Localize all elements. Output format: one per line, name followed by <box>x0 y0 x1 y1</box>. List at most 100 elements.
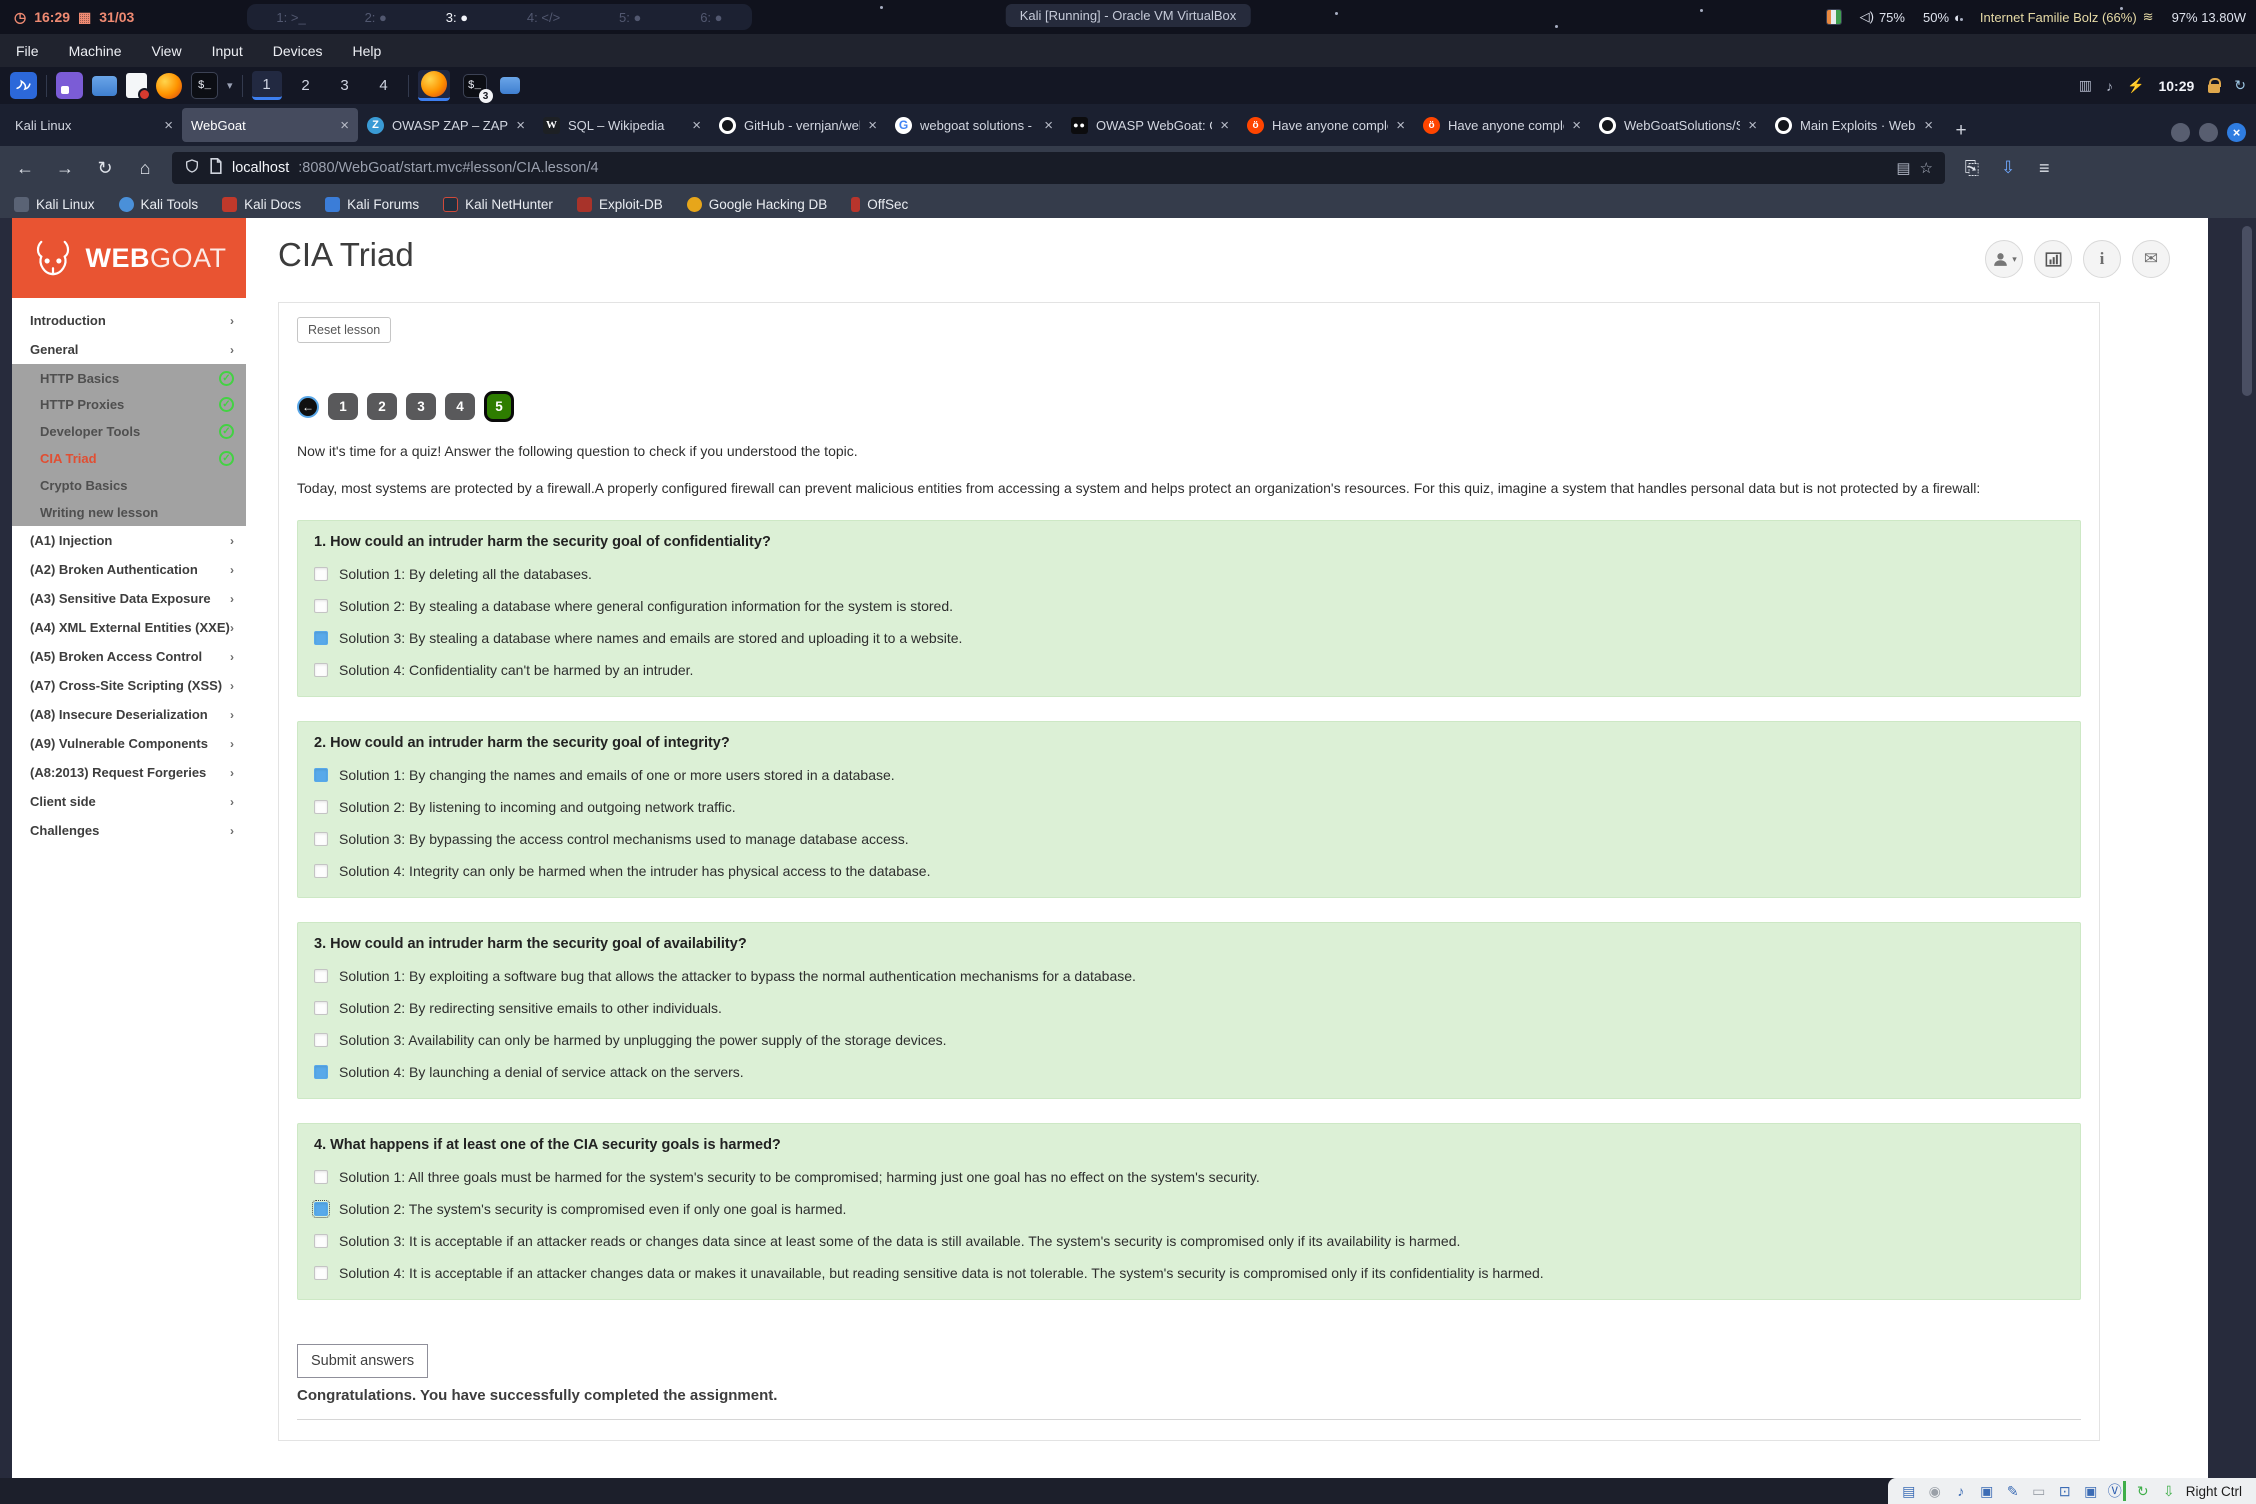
menu-help[interactable]: Help <box>353 43 382 59</box>
terminal-window-button[interactable]: $_ 3 <box>459 70 491 101</box>
tab-webgoatsolutions-repo[interactable]: WebGoatSolutions/S × <box>1590 108 1766 142</box>
tab-main-exploits[interactable]: Main Exploits · WebG × <box>1766 108 1942 142</box>
page-button-1[interactable]: 1 <box>328 393 358 420</box>
lock-screen-icon[interactable] <box>2208 84 2220 93</box>
checkbox-unchecked[interactable] <box>314 663 328 677</box>
quiz-option[interactable]: Solution 3: By bypassing the access cont… <box>314 831 2064 847</box>
scoreboard-button[interactable] <box>2034 240 2072 278</box>
site-info-icon[interactable] <box>209 158 223 178</box>
tab-owasp-webgoat[interactable]: ●● OWASP WebGoat: Ge × <box>1062 108 1238 142</box>
tab-close-icon[interactable]: × <box>340 117 349 134</box>
power-tray-icon[interactable]: ⚡ <box>2127 77 2144 94</box>
home-button[interactable]: ⌂ <box>132 158 158 179</box>
reader-mode-icon[interactable]: ▤ <box>1896 159 1910 177</box>
bookmark-offsec[interactable]: OffSec <box>851 197 908 212</box>
sidebar-item-a9-vulnerable-components[interactable]: (A9) Vulnerable Components › <box>12 729 246 758</box>
checkbox-checked-focused[interactable] <box>314 1202 328 1216</box>
vbox-mouse-integration-icon[interactable]: ↻ <box>2134 1483 2152 1500</box>
sidebar-item-challenges[interactable]: Challenges › <box>12 816 246 845</box>
tab-close-icon[interactable]: × <box>1924 117 1933 134</box>
tab-close-icon[interactable]: × <box>1220 117 1229 134</box>
quiz-option[interactable]: Solution 1: All three goals must be harm… <box>314 1169 2064 1185</box>
menu-machine[interactable]: Machine <box>69 43 122 59</box>
sidebar-item-http-proxies[interactable]: HTTP Proxies ✓ <box>12 391 246 418</box>
user-menu-button[interactable]: ▾ <box>1985 240 2023 278</box>
tab-webgoat-solutions-search[interactable]: G webgoat solutions - G × <box>886 108 1062 142</box>
checkbox-unchecked[interactable] <box>314 832 328 846</box>
vbox-hdd-icon[interactable]: ▤ <box>1900 1483 1918 1500</box>
menu-view[interactable]: View <box>151 43 181 59</box>
tab-reddit-1[interactable]: ö Have anyone comple × <box>1238 108 1414 142</box>
vbox-updates-icon[interactable]: ⇩ <box>2160 1483 2178 1500</box>
bookmark-google-hacking-db[interactable]: Google Hacking DB <box>687 197 828 212</box>
network-indicator[interactable]: Internet Familie Bolz (66%) ≋ <box>1980 9 2154 25</box>
page-button-4[interactable]: 4 <box>445 393 475 420</box>
tab-close-icon[interactable]: × <box>164 117 173 134</box>
quiz-option[interactable]: Solution 1: By deleting all the database… <box>314 566 2064 582</box>
quiz-option[interactable]: Solution 2: By redirecting sensitive ema… <box>314 1000 2064 1016</box>
tab-webgoat[interactable]: WebGoat × <box>182 108 358 142</box>
quiz-option[interactable]: Solution 2: By stealing a database where… <box>314 598 2064 614</box>
workspace-1[interactable]: 1: >_ <box>276 10 305 25</box>
checkbox-unchecked[interactable] <box>314 1033 328 1047</box>
bookmark-kali-tools[interactable]: Kali Tools <box>119 197 199 212</box>
workspace-3[interactable]: 3: ● <box>446 10 468 25</box>
tab-kali-linux[interactable]: Kali Linux × <box>6 108 182 142</box>
previous-page-button[interactable]: ← <box>297 396 319 418</box>
sidebar-item-cia-triad[interactable]: CIA Triad ✓ <box>12 445 246 472</box>
bookmark-exploit-db[interactable]: Exploit-DB <box>577 197 663 212</box>
vm-workspace-2[interactable]: 2 <box>291 71 321 100</box>
window-maximize-button[interactable] <box>2199 123 2218 142</box>
files-window-button[interactable] <box>500 77 520 94</box>
sidebar-item-a3-sensitive-data[interactable]: (A3) Sensitive Data Exposure › <box>12 584 246 613</box>
workspace-2[interactable]: 2: ● <box>365 10 387 25</box>
sidebar-item-a8-insecure-deserialization[interactable]: (A8) Insecure Deserialization › <box>12 700 246 729</box>
tab-close-icon[interactable]: × <box>868 117 877 134</box>
session-refresh-icon[interactable]: ↻ <box>2234 77 2246 94</box>
downloads-button[interactable]: ⇩ <box>2001 158 2015 178</box>
forward-button[interactable]: → <box>52 158 78 179</box>
menu-input[interactable]: Input <box>212 43 243 59</box>
battery-indicator[interactable]: 97% 13.80W <box>2172 10 2246 25</box>
sidebar-item-a7-xss[interactable]: (A7) Cross-Site Scripting (XSS) › <box>12 671 246 700</box>
quiz-option[interactable]: Solution 4: Confidentiality can't be har… <box>314 662 2064 678</box>
menu-hamburger-icon[interactable]: ≡ <box>2031 158 2057 179</box>
reload-button[interactable]: ↻ <box>92 158 118 179</box>
vm-workspace-3[interactable]: 3 <box>330 71 360 100</box>
quiz-option[interactable]: Solution 1: By exploiting a software bug… <box>314 968 2064 984</box>
sidebar-item-writing-new-lesson[interactable]: Writing new lesson <box>12 499 246 526</box>
quiz-option[interactable]: Solution 3: Availability can only be har… <box>314 1032 2064 1048</box>
tab-close-icon[interactable]: × <box>1748 117 1757 134</box>
info-button[interactable]: i <box>2083 240 2121 278</box>
tab-close-icon[interactable]: × <box>1396 117 1405 134</box>
bookmark-kali-docs[interactable]: Kali Docs <box>222 197 301 212</box>
checkbox-checked[interactable] <box>314 1065 328 1079</box>
quiz-option[interactable]: Solution 3: By stealing a database where… <box>314 630 2064 646</box>
tab-github-vernjan[interactable]: GitHub - vernjan/web × <box>710 108 886 142</box>
quiz-option[interactable]: Solution 2: By listening to incoming and… <box>314 799 2064 815</box>
tab-close-icon[interactable]: × <box>692 117 701 134</box>
new-tab-button[interactable]: + <box>1946 120 1976 142</box>
reset-lesson-button[interactable]: Reset lesson <box>297 317 391 343</box>
menu-file[interactable]: File <box>16 43 39 59</box>
terminal-launcher-icon[interactable]: $_ <box>191 72 218 99</box>
checkbox-unchecked[interactable] <box>314 1266 328 1280</box>
workspace-5[interactable]: 5: ● <box>619 10 641 25</box>
vbox-shared-folders-icon[interactable]: ▭ <box>2030 1483 2048 1500</box>
kali-menu-icon[interactable] <box>10 72 37 99</box>
sidebar-item-general[interactable]: General › <box>12 335 246 364</box>
contact-button[interactable]: ✉ <box>2132 240 2170 278</box>
vm-workspace-4[interactable]: 4 <box>369 71 399 100</box>
checkbox-unchecked[interactable] <box>314 567 328 581</box>
vbox-features-icon[interactable]: Ⓥ <box>2108 1481 2126 1501</box>
vbox-usb-icon[interactable]: ✎ <box>2004 1483 2022 1500</box>
checkbox-checked[interactable] <box>314 631 328 645</box>
checkbox-unchecked[interactable] <box>314 1001 328 1015</box>
checkbox-unchecked[interactable] <box>314 1170 328 1184</box>
tab-close-icon[interactable]: × <box>516 117 525 134</box>
sidebar-item-a1-injection[interactable]: (A1) Injection › <box>12 526 246 555</box>
checkbox-unchecked[interactable] <box>314 864 328 878</box>
quiz-option[interactable]: Solution 4: It is acceptable if an attac… <box>314 1265 2064 1281</box>
sidebar-item-a2-broken-authentication[interactable]: (A2) Broken Authentication › <box>12 555 246 584</box>
url-bar[interactable]: localhost:8080/WebGoat/start.mvc#lesson/… <box>172 152 1945 184</box>
